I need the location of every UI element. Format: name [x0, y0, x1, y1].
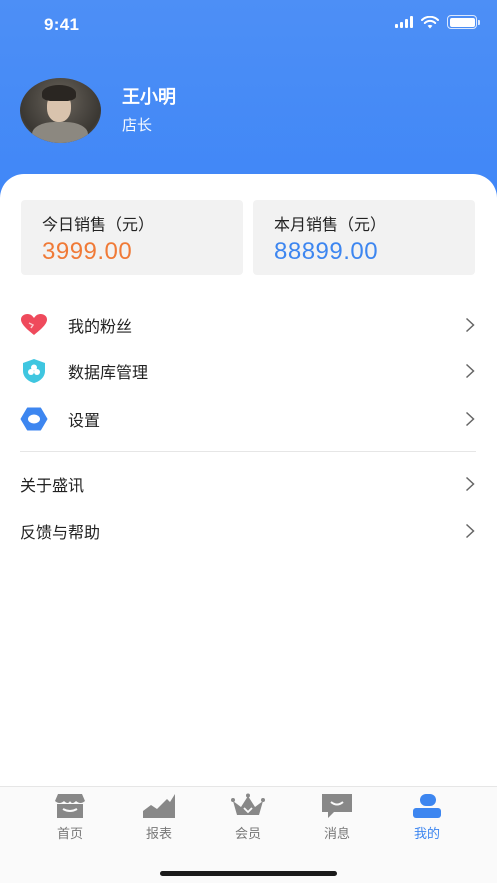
signal-icon — [395, 16, 413, 28]
chevron-right-icon — [465, 363, 475, 379]
user-icon — [410, 793, 444, 819]
chevron-right-icon — [465, 523, 475, 539]
message-icon — [320, 793, 354, 819]
menu-item-feedback[interactable]: 反馈与帮助 — [0, 508, 497, 554]
tab-mine[interactable]: 我的 — [397, 793, 457, 845]
menu-label: 我的粉丝 — [68, 317, 133, 336]
menu-label: 设置 — [68, 411, 101, 430]
crown-icon — [231, 793, 265, 819]
home-indicator — [160, 871, 337, 876]
tab-home[interactable]: 首页 — [40, 793, 100, 845]
shop-icon — [53, 793, 87, 819]
tab-label: 我的 — [413, 827, 440, 842]
tab-bar: 首页 报表 会员 消息 我的 — [0, 786, 497, 883]
chart-icon — [142, 793, 176, 819]
tab-label: 会员 — [234, 827, 261, 842]
tab-label: 首页 — [56, 827, 83, 842]
menu-item-database[interactable]: 数据库管理 — [0, 348, 497, 394]
status-time: 9:41 — [44, 15, 80, 34]
profile-header[interactable]: 王小明 店长 — [20, 78, 176, 143]
tab-members[interactable]: 会员 — [218, 793, 278, 845]
menu-item-settings[interactable]: 设置 — [0, 396, 497, 442]
chevron-right-icon — [465, 317, 475, 333]
chevron-right-icon — [465, 476, 475, 492]
menu-item-about[interactable]: 关于盛讯 — [0, 461, 497, 507]
profile-name: 王小明 — [122, 87, 176, 108]
divider — [20, 451, 476, 452]
stat-month-sales[interactable]: 本月销售（元） 88899.00 — [253, 200, 475, 275]
menu-label: 反馈与帮助 — [20, 523, 101, 542]
tab-messages[interactable]: 消息 — [307, 793, 367, 845]
stat-label: 今日销售（元） — [42, 215, 155, 234]
menu-label: 关于盛讯 — [20, 476, 85, 495]
wifi-icon — [421, 15, 439, 28]
menu-item-fans[interactable]: 我的粉丝 — [0, 302, 497, 348]
heart-icon — [20, 311, 48, 339]
shield-database-icon — [20, 357, 48, 385]
tab-label: 消息 — [323, 827, 350, 842]
profile-role: 店长 — [122, 116, 153, 134]
stat-value: 3999.00 — [42, 238, 133, 265]
tab-reports[interactable]: 报表 — [129, 793, 189, 845]
avatar[interactable] — [20, 78, 101, 143]
battery-icon — [447, 15, 480, 29]
menu-label: 数据库管理 — [68, 363, 149, 382]
stat-today-sales[interactable]: 今日销售（元） 3999.00 — [21, 200, 243, 275]
chevron-right-icon — [465, 411, 475, 427]
status-bar: 9:41 — [0, 0, 497, 52]
tab-label: 报表 — [145, 827, 172, 842]
status-icons — [395, 15, 480, 29]
stat-label: 本月销售（元） — [274, 215, 387, 234]
settings-hexagon-icon — [20, 405, 48, 433]
stat-value: 88899.00 — [274, 238, 379, 265]
